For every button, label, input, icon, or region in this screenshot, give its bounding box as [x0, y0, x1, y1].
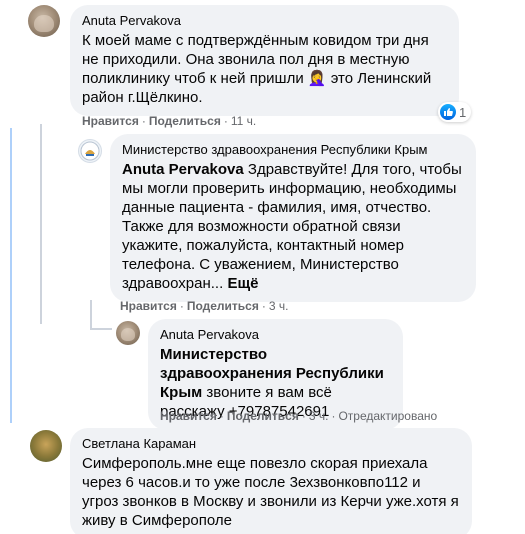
comment-bubble: Anuta Pervakova К моей маме с подтверждё…: [70, 5, 459, 116]
timestamp[interactable]: 3 ч.: [269, 299, 289, 313]
avatar[interactable]: [28, 5, 60, 37]
comment-text: К моей маме с подтверждённым ковидом три…: [82, 32, 432, 106]
reply-thread-line: [90, 300, 92, 330]
avatar[interactable]: [30, 430, 62, 462]
like-icon: [440, 104, 456, 120]
thread-line: [40, 124, 42, 324]
avatar[interactable]: [116, 321, 140, 345]
comment-bubble: Министерство здравоохранения Республики …: [110, 134, 476, 302]
share-link[interactable]: Поделиться: [227, 409, 299, 423]
comment-actions: Нравится · Поделиться · 3 ч. · Отредактировано: [160, 409, 438, 423]
comment-author[interactable]: Министерство здравоохранения Республики …: [122, 142, 464, 158]
avatar[interactable]: [78, 139, 102, 163]
see-more-link[interactable]: Ещё: [227, 275, 258, 292]
like-link[interactable]: Нравится: [82, 114, 139, 128]
reaction-count-label: 1: [459, 104, 467, 120]
comment-author[interactable]: Светлана Караман: [82, 436, 460, 452]
comment-actions: Нравится · Поделиться · 3 ч.: [120, 299, 289, 313]
left-edge-line: [10, 128, 12, 423]
mention-link[interactable]: Anuta Pervakova: [122, 161, 244, 178]
reaction-count[interactable]: 1: [438, 102, 472, 122]
comment-author[interactable]: Anuta Pervakova: [160, 327, 391, 343]
comment-text: Anuta Pervakova Здравствуйте! Для того, …: [122, 161, 462, 292]
comment-bubble: Светлана Караман Симферополь.мне еще пов…: [70, 428, 472, 534]
like-link[interactable]: Нравится: [160, 409, 217, 423]
comment-actions: Нравится · Поделиться · 11 ч.: [82, 114, 257, 128]
comment-author[interactable]: Anuta Pervakova: [82, 13, 447, 29]
timestamp[interactable]: 3 ч.: [309, 409, 329, 423]
reply-thread-connector: [90, 328, 112, 330]
like-link[interactable]: Нравится: [120, 299, 177, 313]
share-link[interactable]: Поделиться: [149, 114, 221, 128]
timestamp[interactable]: 11 ч.: [231, 114, 256, 128]
edited-label: Отредактировано: [338, 409, 438, 423]
ministry-emblem-icon: [80, 141, 100, 161]
share-link[interactable]: Поделиться: [187, 299, 259, 313]
comment-text: Симферополь.мне еще повезло скорая приех…: [82, 455, 459, 529]
